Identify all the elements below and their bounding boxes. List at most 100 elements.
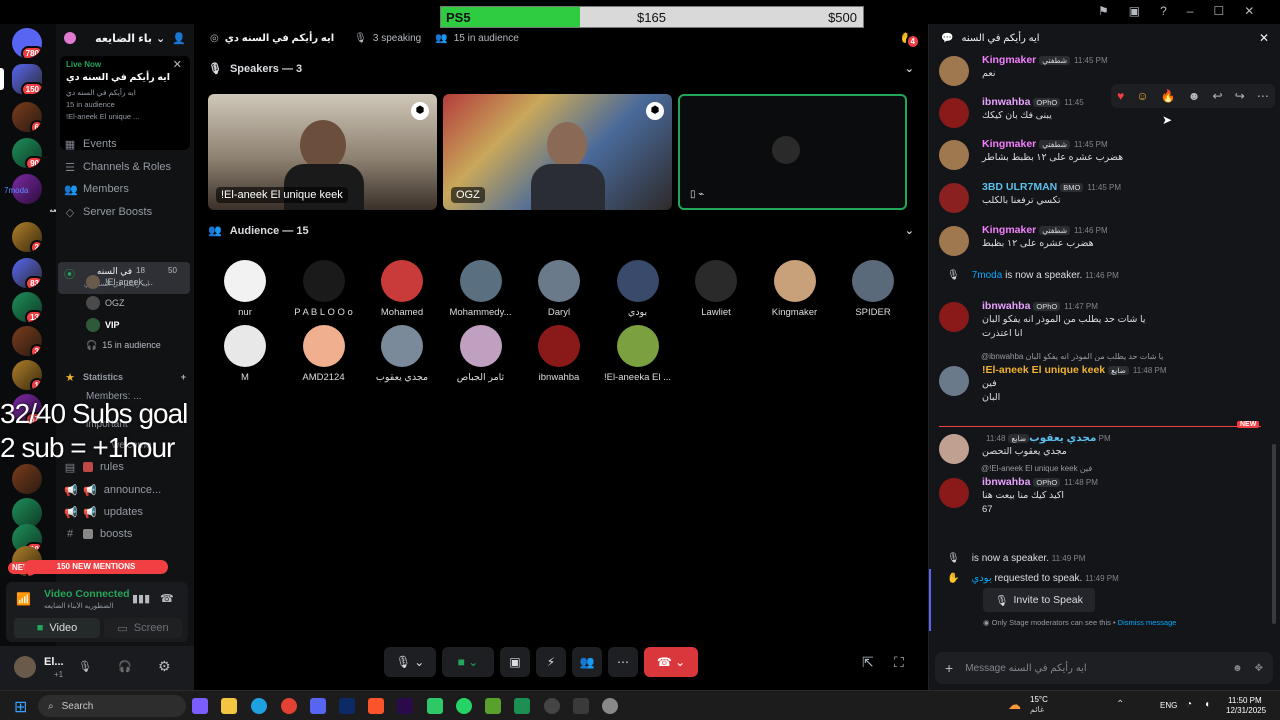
channel-announcements[interactable]: 📢 📢 announce... [64, 480, 186, 500]
server-icon[interactable]: 2 [12, 222, 42, 252]
chevron-up-icon[interactable]: ⌃ [1116, 699, 1124, 710]
invite-to-speak-button[interactable]: 🎙 Invite to Speak [983, 588, 1095, 612]
waveform-icon[interactable]: ▮▮▮ [132, 592, 150, 605]
mic-icon[interactable]: 🎙 [78, 660, 92, 673]
edge-icon[interactable] [251, 698, 267, 714]
chat-message[interactable]: Kingmaker شطفتي 11:45 PM هضرب عشره على ١٢ ب… [939, 138, 1269, 178]
close-icon[interactable]: ✕ [1259, 31, 1269, 45]
author-name[interactable]: مجدي يعقوب [1029, 432, 1096, 444]
camera-button[interactable]: ■ ⌄ [442, 647, 494, 677]
server-boosts-link[interactable]: ◇ Server Boosts [64, 202, 186, 222]
server-icon[interactable]: 150 [12, 64, 42, 94]
speaker-tile[interactable]: ▯ ⌁ [678, 94, 907, 210]
message-input[interactable]: + Message ايه رأيكم في السنه ☻ ✥ [935, 652, 1273, 684]
invite-icon[interactable]: 👥 [572, 647, 602, 677]
server-icon[interactable]: 83 [12, 258, 42, 288]
statistics-category[interactable]: ★ Statistics + [64, 367, 186, 387]
dismiss-link[interactable]: Dismiss message [1118, 618, 1177, 627]
screen-share-icon[interactable]: ▣ [500, 647, 530, 677]
obs-icon[interactable] [544, 698, 560, 714]
chat-message[interactable]: Kingmaker شطفتي 11:46 PM هضرب عشره على ١٢ ب… [939, 224, 1269, 264]
disconnect-icon[interactable]: ☎ [160, 592, 174, 605]
chrome-icon[interactable] [281, 698, 297, 714]
minecraft-icon[interactable] [485, 698, 501, 714]
members-link[interactable]: 👥 Members [64, 179, 186, 199]
server-icon[interactable]: 6 [12, 102, 42, 132]
events-link[interactable]: ▦ Events [64, 134, 186, 154]
channels-roles-link[interactable]: ☰ Channels & Roles [64, 157, 186, 177]
close-icon[interactable]: ✕ [173, 58, 182, 71]
chat-message[interactable]: ibnwahba OPhO 11:47 PM يا شات حد يطلب من ال… [939, 300, 1269, 340]
audience-member[interactable]: Kingmaker [756, 260, 834, 318]
chat-message[interactable]: !El-aneek El unique keek ضايع 11:48 PM فين ا… [939, 364, 1269, 404]
audience-member[interactable]: !El-aneeka El ... [599, 325, 677, 383]
author-name[interactable]: ibnwahba [982, 476, 1030, 488]
chat-message[interactable]: Kingmaker شطفتي 11:45 PM نعم [939, 54, 1269, 94]
add-user-icon[interactable]: 👤 [172, 32, 186, 45]
video-button[interactable]: ■ Video [14, 618, 100, 638]
author-name[interactable]: Kingmaker [982, 138, 1036, 150]
avatar[interactable] [939, 366, 969, 396]
channel-boosts[interactable]: # boosts [64, 524, 186, 544]
stage-audience[interactable]: 🎧 15 in audience [86, 336, 186, 354]
audience-member[interactable]: AMD2124 [285, 325, 363, 383]
inbox-icon[interactable]: ⚑ [1098, 4, 1109, 18]
popout-icon[interactable]: ⇱ [862, 654, 874, 671]
app-icon[interactable] [573, 698, 589, 714]
wifi-icon[interactable]: ◔ [1186, 699, 1192, 710]
avatar[interactable] [14, 656, 36, 678]
server-icon[interactable]: 90 [12, 138, 42, 168]
audience-member[interactable]: ثامر الجباص [442, 325, 520, 383]
channel-updates[interactable]: 📢 📢 updates [64, 502, 186, 522]
leave-stage-button[interactable]: ☎ ⌄ [644, 647, 698, 677]
author-name[interactable]: !El-aneek El unique keek [982, 364, 1105, 376]
activity-icon[interactable]: ⚡ [536, 647, 566, 677]
copilot-icon[interactable] [192, 698, 208, 714]
reply-preview[interactable]: @!El-aneek El unique keek فين [981, 464, 1251, 473]
stage-user[interactable]: !El-aneek ... [86, 273, 186, 291]
new-mentions-pill[interactable]: 150 NEW MENTIONS [24, 560, 168, 574]
server-icon[interactable] [12, 464, 42, 494]
server-icon[interactable]: 1 [12, 360, 42, 390]
more-icon[interactable]: ⋯ [608, 647, 638, 677]
avatar[interactable] [939, 183, 969, 213]
fullscreen-icon[interactable]: ⛶ [894, 654, 904, 671]
chevron-down-icon[interactable]: ⌄ [905, 224, 914, 237]
stage-user[interactable]: OGZ [86, 294, 186, 312]
avatar[interactable] [939, 56, 969, 86]
maximize-icon[interactable]: ☐ [1213, 4, 1224, 18]
audience-member[interactable]: P A B L O O o [285, 260, 363, 318]
server-icon[interactable]: 13 [12, 292, 42, 322]
audience-member[interactable]: ibnwahba [520, 325, 598, 383]
premiere-icon[interactable] [397, 698, 413, 714]
screen-button[interactable]: ▭ Screen [104, 618, 182, 638]
audience-member[interactable]: Mohamed [363, 260, 441, 318]
speakers-header[interactable]: 🎙 Speakers — 3 ⌄ [208, 62, 914, 76]
language-indicator[interactable]: ENG [1160, 701, 1177, 710]
app-icon[interactable] [427, 698, 443, 714]
gear-icon[interactable]: ⚙ [158, 658, 171, 675]
stage-user[interactable]: VIP [86, 316, 186, 334]
audience-member[interactable]: Daryl [520, 260, 598, 318]
audience-header[interactable]: 👥 Audience — 15 ⌄ [208, 224, 914, 238]
volume-icon[interactable]: ◖ [1204, 699, 1210, 710]
audience-member[interactable]: Mohammedy... [442, 260, 520, 318]
app-icon[interactable] [514, 698, 530, 714]
file-explorer-icon[interactable] [221, 698, 237, 714]
avatar[interactable] [939, 478, 969, 508]
photoshop-icon[interactable] [339, 698, 355, 714]
help-icon[interactable]: ? [1160, 4, 1167, 18]
avatar[interactable] [939, 434, 969, 464]
raised-hands-icon[interactable]: ✋4 [900, 33, 920, 49]
settings-icon[interactable] [602, 698, 618, 714]
audience-member[interactable]: Lawliet [677, 260, 755, 318]
author-name[interactable]: ibnwahba [982, 96, 1030, 108]
author-name[interactable]: Kingmaker [982, 224, 1036, 236]
screen-icon[interactable]: ▣ [1129, 4, 1140, 18]
headphones-icon[interactable]: 🎧 [118, 660, 132, 673]
author-name[interactable]: ibnwahba [982, 300, 1030, 312]
audience-member[interactable]: M [206, 325, 284, 383]
emoji-icon[interactable]: ☻ [1232, 663, 1243, 674]
author-name[interactable]: Kingmaker [982, 54, 1036, 66]
reply-preview[interactable]: @ibnwahba يا شات حد يطلب من الموذر انه ي… [981, 352, 1251, 361]
